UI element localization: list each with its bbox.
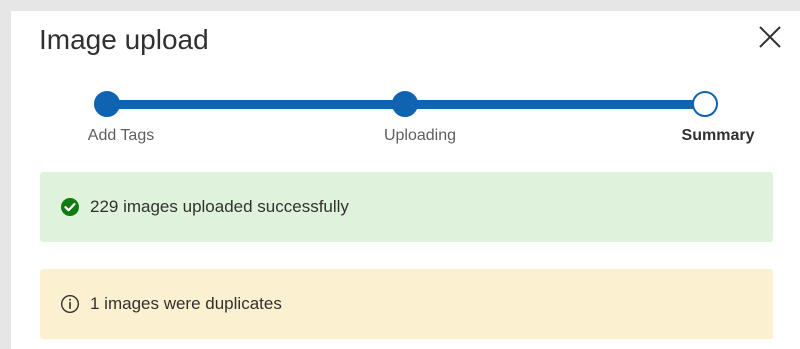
check-circle-icon xyxy=(61,198,79,216)
info-icon xyxy=(60,294,80,314)
step-dot-summary xyxy=(692,91,718,117)
step-dot-uploading xyxy=(392,91,418,117)
upload-stepper: Add Tags Uploading Summary xyxy=(11,11,800,171)
step-label-add-tags: Add Tags xyxy=(87,127,155,144)
duplicates-banner: 1 images were duplicates xyxy=(40,269,773,339)
step-dot-add-tags xyxy=(94,91,120,117)
success-banner: 229 images uploaded successfully xyxy=(40,172,773,242)
image-upload-dialog: Image upload Add Tags Uploading Summary … xyxy=(11,11,800,349)
duplicates-message: 1 images were duplicates xyxy=(90,294,282,313)
step-label-summary: Summary xyxy=(681,127,755,144)
success-message: 229 images uploaded successfully xyxy=(90,197,349,216)
step-label-uploading: Uploading xyxy=(383,127,457,144)
